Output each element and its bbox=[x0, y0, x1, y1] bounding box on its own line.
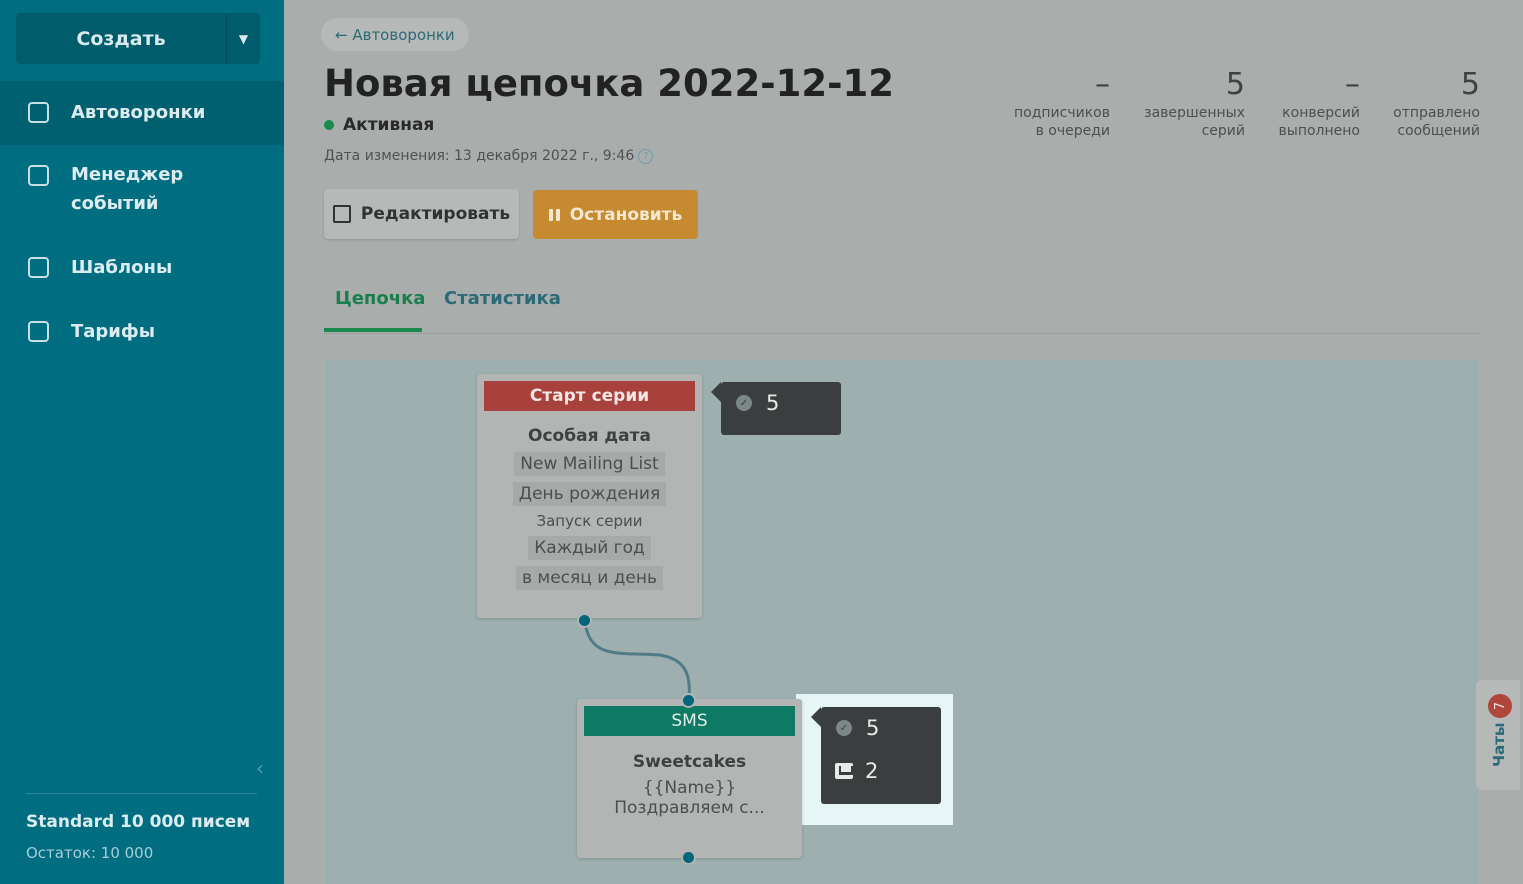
sent-count: 5 bbox=[866, 716, 880, 740]
node-header: SMS bbox=[584, 706, 795, 736]
field-chip: День рождения bbox=[512, 482, 667, 506]
delivered-count: 2 bbox=[865, 759, 879, 783]
node-subtitle: Особая дата bbox=[528, 426, 651, 446]
frequency-chip: Каждый год bbox=[528, 536, 651, 560]
list-chip: New Mailing List bbox=[514, 452, 665, 476]
start-node-tooltip: ✓ 5 bbox=[711, 382, 841, 435]
sms-text-line2: Поздравляем с... bbox=[614, 798, 765, 818]
chats-badge: 7 bbox=[1488, 694, 1512, 718]
chats-label: Чаты bbox=[1490, 722, 1508, 767]
sms-node-output-port[interactable] bbox=[681, 850, 696, 865]
sms-text-line1: {{Name}} bbox=[642, 778, 737, 798]
date-mode-chip: в месяц и день bbox=[515, 566, 664, 590]
start-series-node[interactable]: Старт серии Особая дата New Mailing List… bbox=[477, 374, 702, 618]
inbox-icon bbox=[835, 763, 853, 779]
launch-label: Запуск серии bbox=[536, 512, 643, 530]
chats-widget[interactable]: 7 Чаты bbox=[1476, 680, 1520, 790]
check-circle-icon: ✓ bbox=[736, 395, 752, 411]
sms-node-tooltip: ✓ 5 2 bbox=[811, 707, 941, 804]
start-node-output-port[interactable] bbox=[577, 613, 592, 628]
node-header: Старт серии bbox=[484, 381, 695, 411]
check-circle-icon: ✓ bbox=[836, 720, 852, 736]
sms-node[interactable]: SMS Sweetcakes {{Name}} Поздравляем с... bbox=[577, 699, 802, 858]
sms-sender: Sweetcakes bbox=[632, 752, 747, 772]
completed-count: 5 bbox=[766, 391, 780, 415]
sms-node-input-port[interactable] bbox=[681, 693, 696, 708]
